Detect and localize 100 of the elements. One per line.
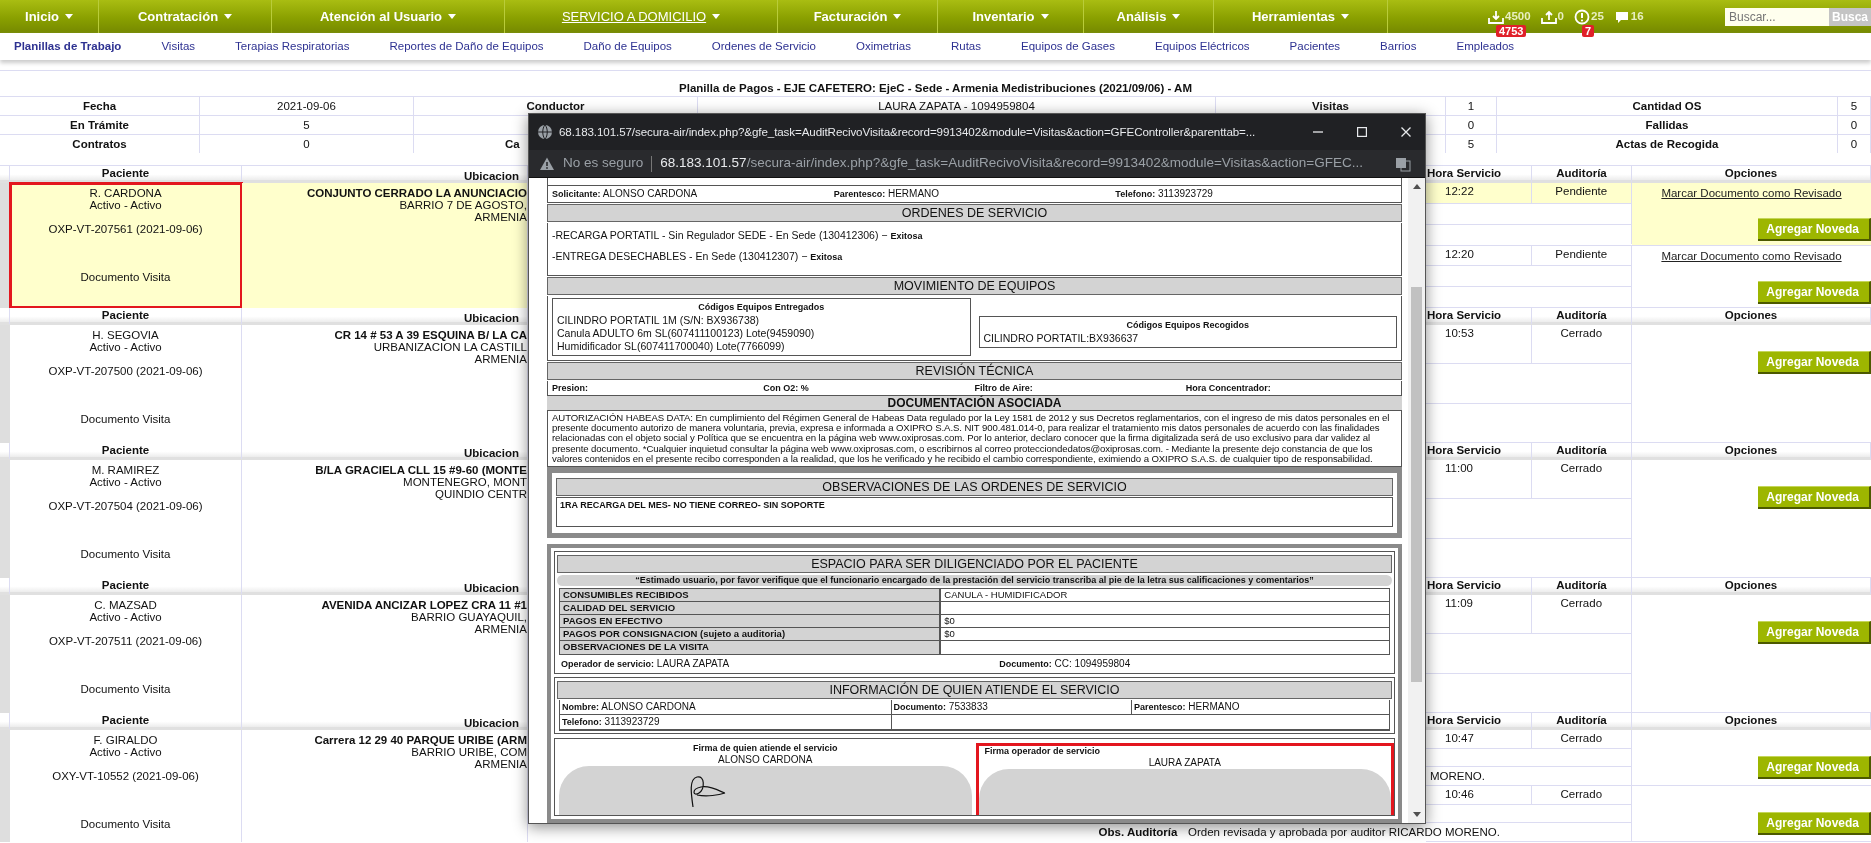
section-header: MOVIMIENTO DE EQUIPOS [547,277,1402,295]
section-header: DOCUMENTACIÓN ASOCIADA [547,396,1402,410]
summary-label: Cantidad OS [1497,97,1838,115]
note-text: MORENO. [1430,769,1485,785]
section-header: INFORMACIÓN DE QUIEN ATIENDE EL SERVICIO [557,681,1392,699]
review-link[interactable]: Marcar Documento como Revisado [1661,185,1842,203]
note-label: Obs. Auditoría [1097,825,1179,841]
column-header: Auditoría [1532,166,1632,182]
counter-text: 0 [1557,8,1564,24]
submenu-link[interactable]: Planillas de Trabajo [14,37,122,56]
signature-caption: Firma de quien atiende el servicio [692,743,838,754]
summary-value: 5 [1838,97,1871,115]
summary-label: Fallidas [1497,116,1838,134]
field-label: Presion: [552,382,589,394]
summary-value: 5 [1446,135,1497,153]
consent-paragraph: AUTORIZACIÓN HABEAS DATA: En cumplimiento del Régimen General de Habeas Data regulado por la Ley 1581 de 2012 y sus Decretos reglamentarios, con el ingreso de mis datos personales en el presente documento autorizo de manera voluntaria, previa, expresa e informada a OXIPRO S.A.S. NIT 900.481.014-0, para realizar el tratamiento mis datos personales de acuerdo con las finalidades relacionadas con el objeto social y Política que se encuentra en la página web www.oxiprosas.com. Por lo anterior, declaro conocer que la firma digitalizada será de uso exclusivo para dar validez al presente documento. *Cualquier inquietud consultar la página web www.oxiprosas.com, o escribirnos al correo protecciondedatos@oxiprosas.com. - Mediante la presente dejo constancia de que los valores contenidos en el presente recibo corresponden a la realidad, que los he verificado y he recibido el cambio correspondiente, eximiendo a OXIPRO S.A.S. de cualquier tipo de responsabilidad. [547,410,1402,467]
counter-text: 16 [1630,8,1644,24]
box-title: Códigos Equipos Entregados [697,301,826,314]
address-text: Carrera 12 29 40 PARQUE URIBE (ARM [314,734,527,746]
submenu-link[interactable]: Pacientes [1289,37,1341,56]
column-header: Opciones [1632,166,1871,182]
form-label: PAGOS POR CONSIGNACION (sujeto a auditoria) [560,628,942,640]
document-link[interactable]: Documento Visita [80,271,171,283]
submenu-link[interactable]: Barrios [1380,37,1417,56]
patient-status: Activo - Activo [89,746,162,758]
address-text: BARRIO URIBE, COM [411,746,527,758]
field-text: Telefono: 3113923729 [1115,188,1214,200]
visit-code: OXP-VT-207500 (2021-09-06) [48,365,203,377]
document-link[interactable]: Documento Visita [80,683,171,695]
section-header: REVISIÓN TÉCNICA [547,362,1402,380]
equipment-line: Humidificador SL(607411700040) Lote(7766099) [557,340,786,353]
equipment-line: CILINDRO PORTATIL:BX936637 [983,332,1140,345]
count-badge: 4753 [1496,24,1527,37]
patient-status: Activo - Activo [89,611,162,623]
document-link[interactable]: Documento Visita [80,818,171,830]
form-value: $0 [943,628,956,640]
address-text: ARMENIA [474,623,527,635]
review-link[interactable]: Marcar Documento como Revisado [1661,247,1842,265]
summary-label: Contratos [0,135,200,153]
document-link[interactable]: Documento Visita [80,548,171,560]
patient-name: M. RAMIREZ [91,464,160,476]
caret-icon [1040,14,1049,19]
form-label: CALIDAD DEL SERVICIO [560,602,942,614]
address-text: MONTENEGRO, MONT [403,476,527,488]
address-text: CR 14 # 53 A 39 ESQUINA B/ LA CA [334,329,527,341]
audit-status: Cerrado [1559,787,1604,802]
column-header: Opciones [1632,308,1871,324]
audit-status: Cerrado [1559,326,1604,341]
signature-caption: Firma operador de servicio [983,746,1102,757]
counter-text: 4500 [1505,8,1531,24]
caret-icon [224,14,233,19]
visit-code: OXP-VT-207561 (2021-09-06) [48,223,203,235]
audit-status: Cerrado [1559,596,1604,611]
summary-label: Fecha [0,97,200,115]
submenu-link[interactable]: Terapias Respiratorias [235,37,350,56]
order-line: -RECARGA PORTATIL - Sin Regulador SEDE - En Sede (130412306) − Exitosa [552,229,924,242]
form-value: $0 [943,615,956,627]
audit-status: Pendiente [1554,246,1609,262]
address-text: BARRIO 7 DE AGOSTO, [399,199,527,211]
section-header: ORDENES DE SERVICIO [547,204,1402,222]
address-bar[interactable]: 68.183.101.57/secura-air/index.php?&gfe_task=AuditRecivoVisita&record=9913402&module=Visitas&action=GFEC... [660,153,1363,174]
section-header: OBSERVACIONES DE LAS ORDENES DE SERVICIO [556,478,1393,496]
audit-status: Cerrado [1559,461,1604,476]
column-header: Auditoría [1532,713,1632,729]
submenu-link[interactable]: Empleados [1456,37,1515,56]
submenu-link[interactable]: Ordenes de Servicio [711,37,816,56]
box-title: Códigos Equipos Recogidos [1125,319,1250,332]
form-label: PAGOS EN EFECTIVO [560,615,942,627]
submenu-link[interactable]: Rutas [950,37,981,56]
column-header: Paciente [10,713,242,729]
address-text: ARMENIA [474,758,527,770]
submenu-link[interactable]: Daño de Equipos [583,37,672,56]
audit-status: Cerrado [1559,731,1604,746]
submenu-link[interactable]: Equipos Eléctricos [1154,37,1250,56]
submenu-link[interactable]: Equipos de Gases [1021,37,1115,56]
field-text: Parentesco: HERMANO [833,188,941,200]
patient-status: Activo - Activo [89,341,162,353]
field-label: Filtro de Aire: [974,382,1034,394]
document-link[interactable]: Documento Visita [80,413,171,425]
address-text: URBANIZACION LA CASTILL [373,341,527,353]
summary-value: 0 [200,135,414,153]
column-header: Opciones [1632,713,1871,729]
address-text: ARMENIA [474,353,527,365]
order-line: -ENTREGA DESECHABLES - En Sede (130412307) − Exitosa [552,250,844,263]
scrollbar[interactable] [1408,178,1425,823]
tray-upload-icon [1540,8,1557,25]
field-text: Parentesco: HERMANO [1132,700,1389,715]
submenu-link[interactable]: Visitas [161,37,196,56]
summary-value: 0 [1446,116,1497,134]
search-field[interactable]: Buscar... [1724,7,1829,26]
address-text: QUINDIO CENTR [435,488,527,500]
summary-value: 0 [1838,116,1871,134]
equipment-line: CILINDRO PORTATIL 1M (S/N: BX936738) [557,314,761,327]
submenu-link[interactable]: Oximetrias [856,37,911,56]
address-text: CONJUNTO CERRADO LA ANUNCIACIO [307,187,527,199]
submenu-link[interactable]: Reportes de Daño de Equipos [389,37,544,56]
column-header: Auditoría [1532,443,1632,459]
column-header: Auditoría [1532,308,1632,324]
patient-name: H. SEGOVIA [92,329,159,341]
tray-download-icon [1488,8,1504,25]
